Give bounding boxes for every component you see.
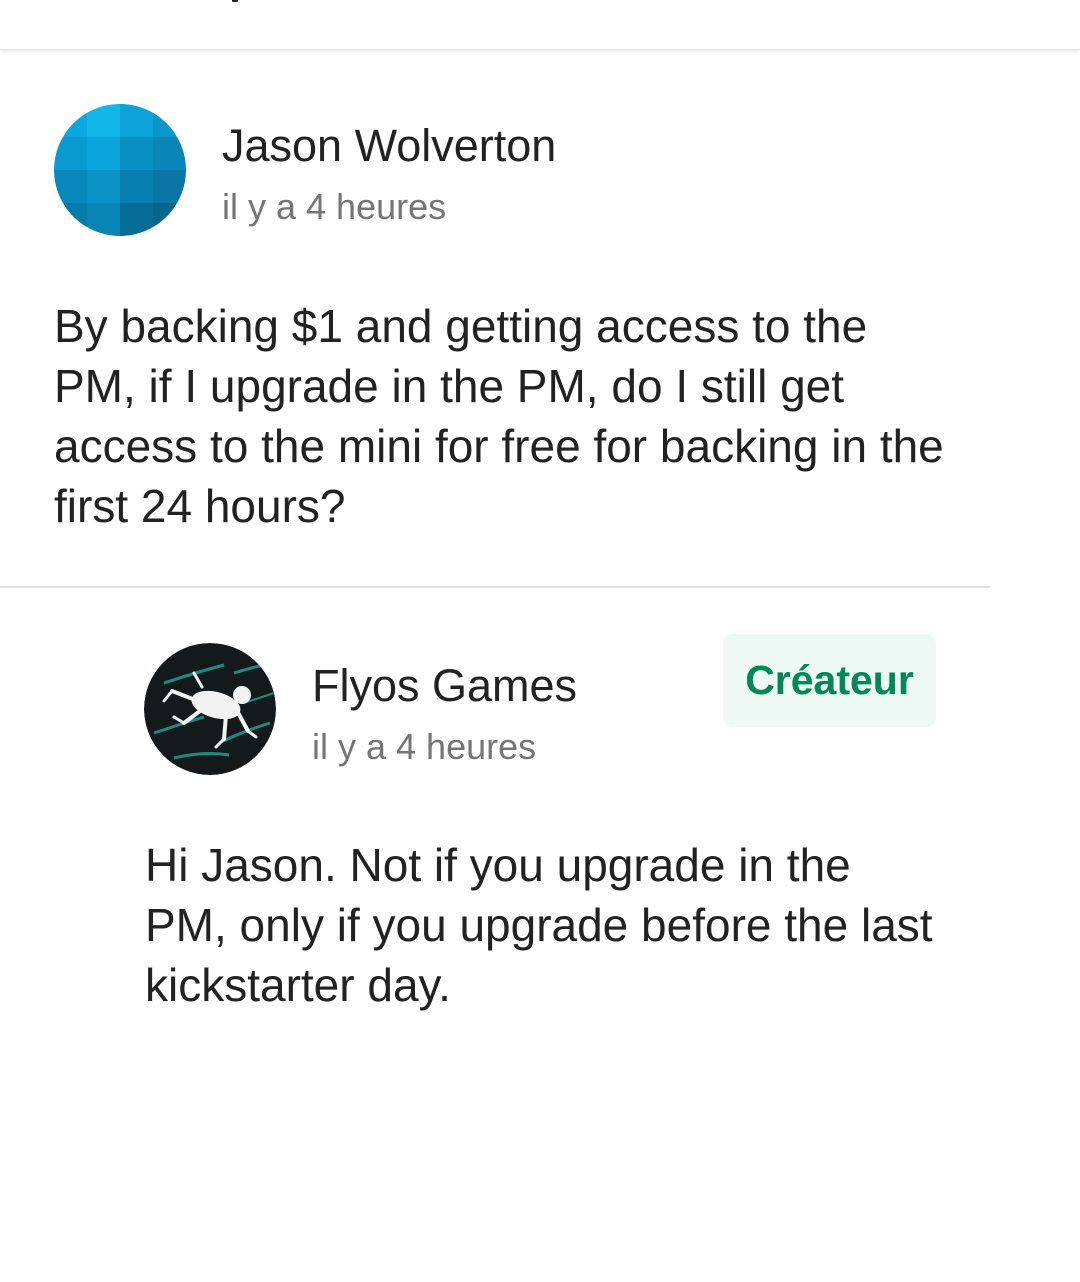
avatar[interactable] [54, 104, 186, 236]
reply-author[interactable]: Flyos Games [312, 660, 577, 712]
comment-body: By backing $1 and getting access to the … [54, 300, 944, 532]
frog-logo-icon [144, 643, 276, 775]
geometric-avatar-icon [54, 104, 186, 236]
reply-body: Hi Jason. Not if you upgrade in the PM, … [145, 839, 933, 1011]
header-title-fragment [232, 0, 238, 2]
creator-badge: Créateur [723, 634, 936, 727]
top-app-bar [0, 0, 1080, 50]
comment-author[interactable]: Jason Wolverton [222, 120, 556, 172]
avatar[interactable] [144, 643, 276, 775]
reply-timestamp: il y a 4 heures [312, 726, 537, 767]
comment-timestamp: il y a 4 heures [222, 186, 447, 227]
divider [0, 586, 990, 588]
